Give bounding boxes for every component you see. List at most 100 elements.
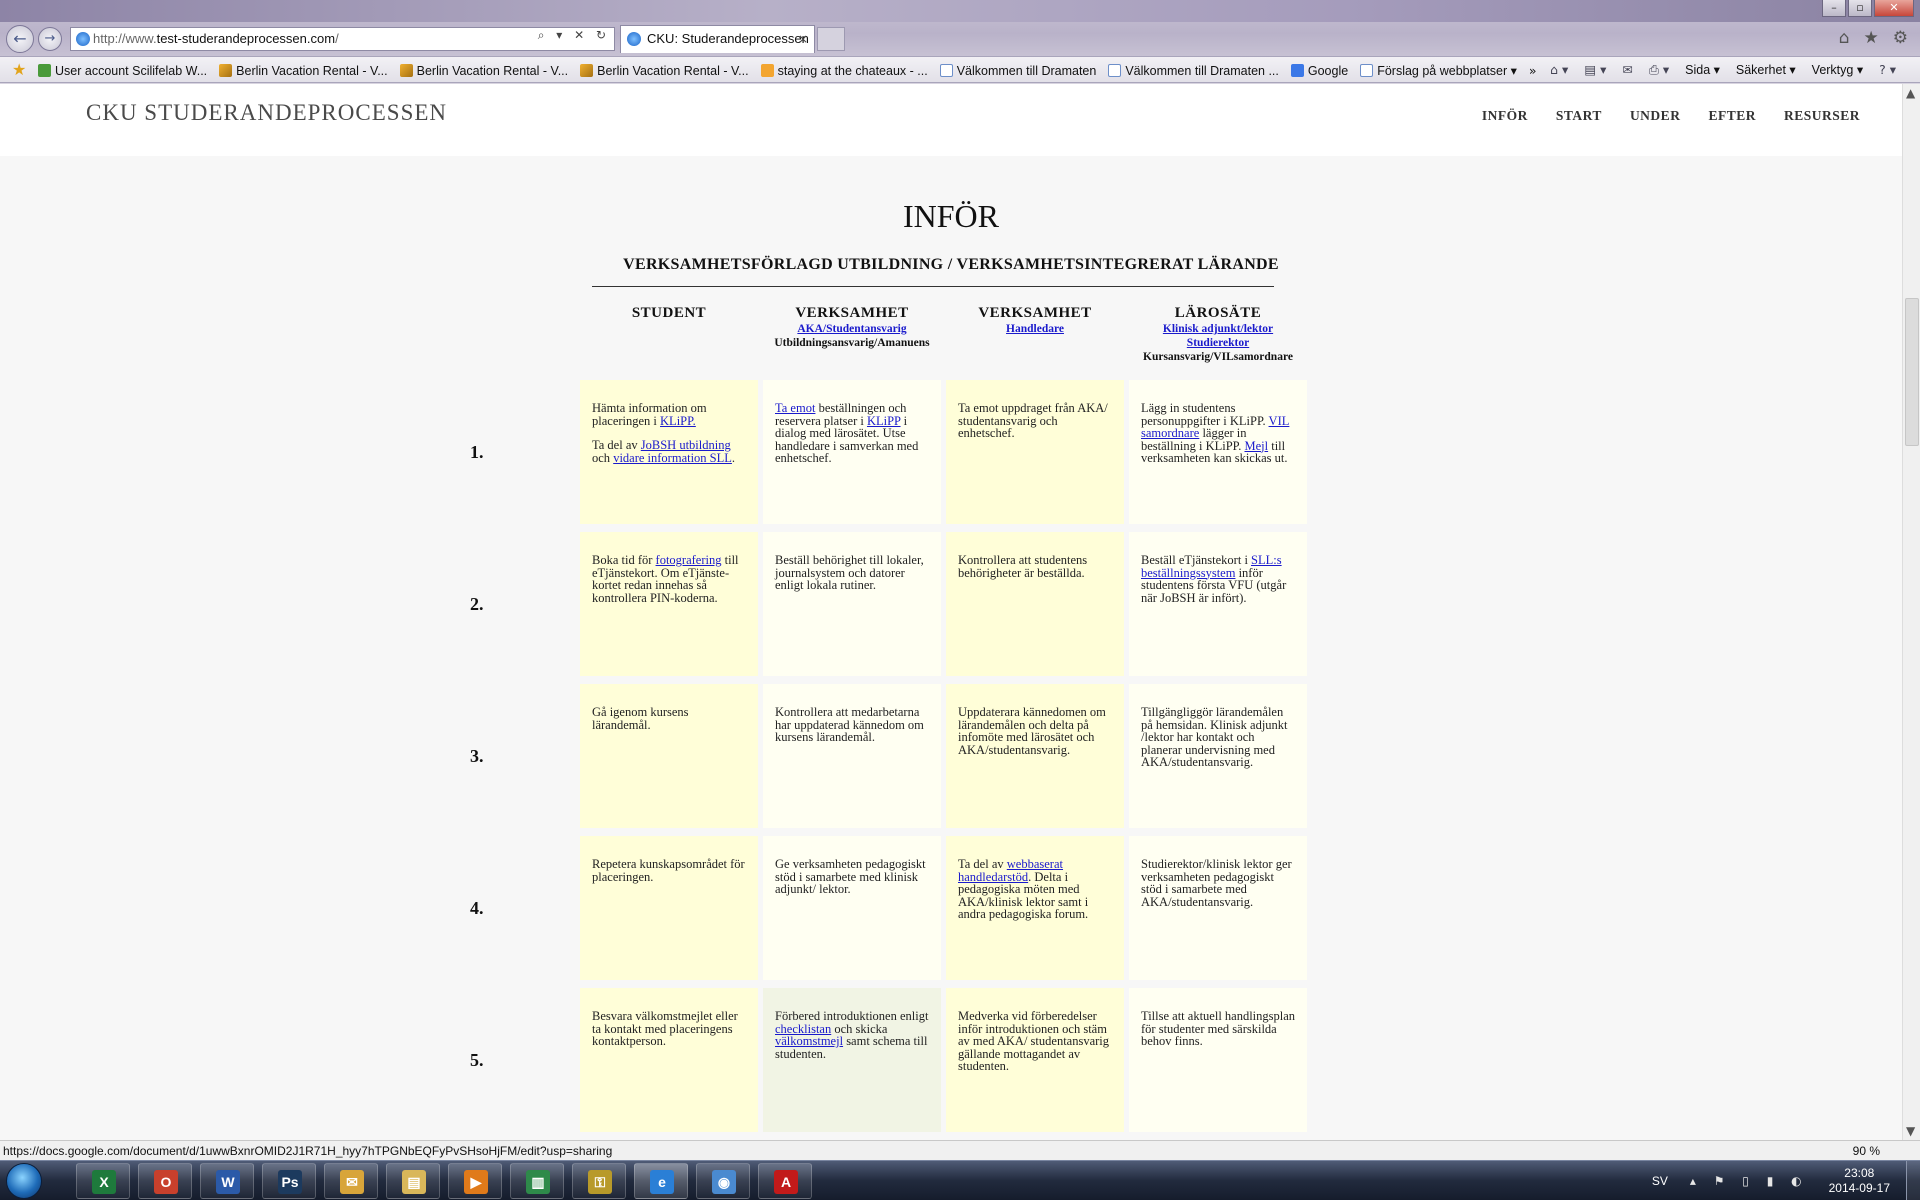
favorite-item[interactable]: Välkommen till Dramaten ... xyxy=(1108,63,1279,78)
cell-link[interactable]: vidare information SLL xyxy=(613,451,732,465)
favorite-label: User account Scilifelab W... xyxy=(55,63,208,78)
settings-gear-icon[interactable]: ⚙ xyxy=(1893,28,1908,48)
column-header: LÄROSÄTE Klinisk adjunkt/lektor Studierekt… xyxy=(1099,304,1337,364)
site-title[interactable]: CKU STUDERANDEPROCESSEN xyxy=(86,100,447,126)
favorite-item[interactable]: Förslag på webbplatser ▾ xyxy=(1360,63,1517,78)
tab-studerandeprocessen[interactable]: CKU: Studerandeprocessen × xyxy=(620,25,815,53)
internet-explorer-icon: e xyxy=(650,1170,674,1194)
tray-icons[interactable]: ▴ ⚑ ▯ ▮ ◐ xyxy=(1690,1174,1809,1188)
maximize-button[interactable]: ▫ xyxy=(1848,0,1872,17)
cell-link[interactable]: välkomstmejl xyxy=(775,1034,843,1048)
status-url: https://docs.google.com/document/d/1uwwB… xyxy=(3,1144,613,1158)
favorites-star-icon[interactable]: ★ xyxy=(12,60,26,79)
cell-link[interactable]: Mejl xyxy=(1244,439,1268,453)
address-bar[interactable]: http://www.test-studerandeprocessen.com/… xyxy=(70,27,615,51)
taskbar-word[interactable]: W xyxy=(200,1163,254,1199)
cell-link[interactable]: fotografering xyxy=(656,553,722,567)
help-icon[interactable]: ? ▾ xyxy=(1879,62,1896,78)
taskbar-acrobat[interactable]: A xyxy=(758,1163,812,1199)
excel-icon: X xyxy=(92,1170,116,1194)
column-role-link[interactable]: Klinisk adjunkt/lektor xyxy=(1099,322,1337,336)
site-nav: INFÖR START UNDER EFTER RESURSER xyxy=(1482,108,1860,124)
home-menu-icon[interactable]: ⌂ ▾ xyxy=(1550,62,1568,78)
taskbar-keys[interactable]: ⚿ xyxy=(572,1163,626,1199)
nav-resurser[interactable]: RESURSER xyxy=(1784,108,1860,124)
cell-link[interactable]: VIL samordnare xyxy=(1141,414,1289,441)
browser-toolbar-icons: ⌂ ★ ⚙ xyxy=(1839,28,1908,48)
feeds-icon[interactable]: ▤ ▾ xyxy=(1584,62,1606,78)
windows-taskbar: X O W Ps ✉ ▤ ▶ ▥ ⚿ e ◉ A SV ▴ ⚑ ▯ ▮ ◐ 23:08 2014-09… xyxy=(0,1160,1920,1200)
taskbar-outlook-app[interactable]: O xyxy=(138,1163,192,1199)
table-cell: Repetera kunskapsområdet för placeringen… xyxy=(580,836,758,980)
favorite-item[interactable]: User account Scilifelab W... xyxy=(38,63,207,78)
taskbar-excel[interactable]: X xyxy=(76,1163,130,1199)
favorite-item[interactable]: Berlin Vacation Rental - V... xyxy=(399,63,568,78)
taskbar-photoshop[interactable]: Ps xyxy=(262,1163,316,1199)
favorite-label: Välkommen till Dramaten xyxy=(956,63,1097,78)
scroll-down-icon[interactable]: ▼ xyxy=(1906,1124,1915,1138)
address-tools-icons[interactable]: ⌕ ▾ ✕ ↻ xyxy=(538,28,610,43)
taskbar-network[interactable]: ◉ xyxy=(696,1163,750,1199)
table-cell: Förbered introduktionen enligt checklist… xyxy=(763,988,941,1132)
favorite-item[interactable]: Berlin Vacation Rental - V... xyxy=(219,63,388,78)
favorite-label: staying at the chateaux - ... xyxy=(777,63,928,78)
favorites-bar: ★ User account Scilifelab W... Berlin Vac… xyxy=(0,56,1920,83)
back-button[interactable]: ← xyxy=(6,25,34,53)
table-cell: Ge verksamheten pedagogiskt stöd i samar… xyxy=(763,836,941,980)
clock-date: 2014-09-17 xyxy=(1828,1181,1890,1195)
scroll-up-icon[interactable]: ▲ xyxy=(1906,86,1915,100)
cell-link[interactable]: KLiPP xyxy=(867,414,901,428)
cell-link[interactable]: SLL:s beställningssystem xyxy=(1141,553,1282,580)
cell-link[interactable]: webbaserat handledarstöd xyxy=(958,857,1063,884)
taskbar-explorer[interactable]: ▤ xyxy=(386,1163,440,1199)
favorite-item[interactable]: Välkommen till Dramaten xyxy=(939,63,1097,78)
table-cell: Ta del av webbaserat handledarstöd. Delt… xyxy=(946,836,1124,980)
menu-sida[interactable]: Sida ▾ xyxy=(1685,62,1720,78)
nav-under[interactable]: UNDER xyxy=(1630,108,1681,124)
menu-sakerhet[interactable]: Säkerhet ▾ xyxy=(1736,62,1796,78)
taskbar-mail[interactable]: ✉ xyxy=(324,1163,378,1199)
vertical-scrollbar[interactable]: ▲ ▼ xyxy=(1902,84,1920,1144)
column-role-link[interactable]: Studierektor xyxy=(1099,336,1337,350)
home-icon[interactable]: ⌂ xyxy=(1839,28,1850,48)
zoom-level[interactable]: 90 % xyxy=(1853,1142,1880,1160)
nav-infor[interactable]: INFÖR xyxy=(1482,108,1528,124)
clock[interactable]: 23:08 2014-09-17 xyxy=(1829,1166,1890,1196)
media-icon: ▶ xyxy=(464,1170,488,1194)
start-button[interactable] xyxy=(6,1163,42,1199)
cell-link[interactable]: Ta emot xyxy=(775,401,815,415)
tab-close-icon[interactable]: × xyxy=(798,26,808,52)
table-cell: Ta emot beställningen och reservera plat… xyxy=(763,380,941,524)
url-suffix: / xyxy=(335,31,339,46)
new-tab-button[interactable] xyxy=(817,27,845,51)
house-icon xyxy=(219,64,233,77)
mail-icon[interactable]: ✉ xyxy=(1622,62,1632,78)
favorites-star-icon[interactable]: ★ xyxy=(1864,28,1879,48)
nav-efter[interactable]: EFTER xyxy=(1708,108,1756,124)
taskbar-stats[interactable]: ▥ xyxy=(510,1163,564,1199)
taskbar-media[interactable]: ▶ xyxy=(448,1163,502,1199)
language-indicator[interactable]: SV xyxy=(1652,1174,1668,1188)
acrobat-icon: A xyxy=(774,1170,798,1194)
row-number: 4. xyxy=(470,898,484,918)
favorites-overflow-icon[interactable]: » xyxy=(1529,63,1537,78)
explorer-icon: ▤ xyxy=(402,1170,426,1194)
taskbar-internet-explorer[interactable]: e xyxy=(634,1163,688,1199)
cell-link[interactable]: KLiPP. xyxy=(660,414,696,428)
browser-chrome: – ▫ ✕ ← → http://www.test-studerandeproc… xyxy=(0,0,1920,84)
nav-start[interactable]: START xyxy=(1556,108,1602,124)
menu-verktyg[interactable]: Verktyg ▾ xyxy=(1812,62,1863,78)
favorite-item[interactable]: staying at the chateaux - ... xyxy=(760,63,928,78)
network-icon: ◉ xyxy=(712,1170,736,1194)
favorite-item[interactable]: Berlin Vacation Rental - V... xyxy=(580,63,749,78)
favorites-list: User account Scilifelab W... Berlin Vacat… xyxy=(38,63,1537,78)
close-window-button[interactable]: ✕ xyxy=(1874,0,1914,17)
page-icon xyxy=(38,64,51,77)
page-icon xyxy=(760,64,774,77)
forward-button[interactable]: → xyxy=(38,27,62,51)
scrollbar-thumb[interactable] xyxy=(1905,298,1919,446)
favorite-item[interactable]: Google xyxy=(1290,63,1348,78)
print-icon[interactable]: ⎙ ▾ xyxy=(1649,62,1669,78)
show-desktop-button[interactable] xyxy=(1906,1161,1920,1200)
minimize-button[interactable]: – xyxy=(1822,0,1846,17)
